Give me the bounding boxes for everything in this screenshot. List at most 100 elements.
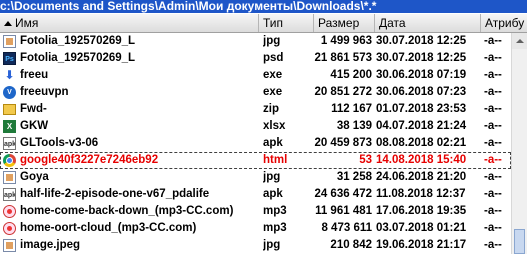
file-attributes: -a-- — [484, 120, 502, 132]
file-type: exe — [263, 86, 283, 98]
file-name: Goya — [20, 171, 49, 183]
apk-file-icon: apk — [3, 137, 16, 150]
file-name: Fotolia_192570269_L — [20, 52, 136, 64]
column-header: Имя Тип Размер Дата Атрибу — [0, 14, 527, 33]
file-type: xlsx — [263, 120, 286, 132]
file-attributes: -a-- — [484, 205, 502, 217]
photoshop-file-icon: Ps — [3, 52, 16, 65]
file-size: 20 459 873 — [314, 137, 372, 149]
file-size: 21 861 573 — [314, 52, 372, 64]
file-row[interactable]: Fwd-zip 112 167 01.07.2018 23:53 -a-- — [0, 101, 511, 118]
column-header-size[interactable]: Размер — [314, 14, 375, 32]
file-attributes: -a-- — [484, 86, 502, 98]
file-type: zip — [263, 103, 279, 115]
file-size: 53 — [359, 154, 372, 166]
file-size: 415 200 — [330, 69, 372, 81]
file-row[interactable]: home-oort-cloud_(mp3-CC.com) mp3 8 473 611… — [0, 220, 511, 237]
file-row[interactable]: Vfreeuvpn exe 20 851 272 30.06.2018 07:23 -a… — [0, 84, 511, 101]
column-header-type[interactable]: Тип — [259, 14, 314, 32]
file-name: GLTools-v3-06 — [20, 137, 99, 149]
file-date: 24.06.2018 21:20 — [376, 171, 467, 183]
excel-file-icon: X — [3, 120, 16, 133]
file-date: 30.07.2018 12:25 — [376, 52, 467, 64]
vpn-globe-icon: V — [3, 86, 16, 99]
file-name: home-come-back-down_(mp3-CC.com) — [20, 205, 234, 217]
apk-file-icon: apk — [3, 188, 16, 201]
image-file-icon — [3, 35, 16, 48]
file-name: image.jpeg — [20, 239, 81, 251]
column-header-date[interactable]: Дата — [375, 14, 481, 32]
column-header-name[interactable]: Имя — [0, 14, 259, 32]
file-row[interactable]: apk GLTools-v3-06 apk 20 459 873 08.08.2018 … — [0, 135, 511, 152]
file-name: Fotolia_192570269_L — [20, 35, 136, 47]
file-row[interactable]: Ps Fotolia_192570269_L psd 21 861 573 30.07.… — [0, 50, 511, 67]
file-attributes: -a-- — [484, 103, 502, 115]
file-attributes: -a-- — [484, 69, 502, 81]
file-date: 30.06.2018 07:19 — [376, 69, 467, 81]
file-row[interactable]: Goya jpg 31 258 24.06.2018 21:20 -a-- — [0, 169, 511, 186]
chrome-html-icon — [3, 154, 16, 167]
file-date: 01.07.2018 23:53 — [376, 103, 467, 115]
file-date: 03.07.2018 01:21 — [376, 222, 467, 234]
file-size: 31 258 — [336, 171, 372, 183]
file-row[interactable]: ⬇ freeu exe 415 200 30.06.2018 07:19 -a-- — [0, 67, 511, 84]
image-file-icon — [3, 239, 16, 252]
file-type: jpg — [263, 35, 281, 47]
vertical-scrollbar[interactable] — [511, 33, 527, 254]
image-file-icon — [3, 171, 16, 184]
file-date: 19.06.2018 21:17 — [376, 239, 467, 251]
file-name: freeuvpn — [20, 86, 69, 98]
file-size: 210 842 — [330, 239, 372, 251]
sort-ascending-icon — [4, 21, 12, 26]
scroll-up-button[interactable] — [512, 33, 527, 49]
file-attributes: -a-- — [484, 137, 502, 149]
file-attributes: -a-- — [484, 35, 502, 47]
file-attributes: -a-- — [484, 222, 502, 234]
file-date: 17.06.2018 19:35 — [376, 205, 467, 217]
file-row[interactable]: Fotolia_192570269_L jpg 1 499 963 30.07.201… — [0, 33, 511, 50]
file-type: exe — [263, 69, 283, 81]
zip-folder-icon — [3, 104, 16, 115]
file-type: psd — [263, 52, 284, 64]
file-row[interactable]: X GKW xlsx 38 139 04.07.2018 21:24 -a-- — [0, 118, 511, 135]
file-type: apk — [263, 137, 283, 149]
file-name: google40f3227e7246eb92 — [20, 154, 159, 166]
file-name: home-oort-cloud_(mp3-CC.com) — [20, 222, 197, 234]
mp3-file-icon — [3, 205, 16, 218]
file-type: jpg — [263, 171, 281, 183]
file-date: 30.06.2018 07:23 — [376, 86, 467, 98]
file-attributes: -a-- — [484, 154, 502, 166]
file-attributes: -a-- — [484, 188, 502, 200]
file-date: 11.08.2018 12:37 — [376, 188, 466, 200]
file-size: 24 636 472 — [314, 188, 372, 200]
file-row[interactable]: google40f3227e7246eb92 html 53 14.08.2018 1… — [0, 152, 511, 169]
file-row[interactable]: apk half-life-2-episode-one-v67_pdalife ap… — [0, 186, 511, 203]
file-type: mp3 — [263, 205, 287, 217]
file-type: mp3 — [263, 222, 287, 234]
file-name: freeu — [20, 69, 49, 81]
file-attributes: -a-- — [484, 239, 502, 251]
path-bar[interactable]: c:\Documents and Settings\Admin\Мои доку… — [0, 0, 527, 13]
mp3-file-icon — [3, 222, 16, 235]
download-arrow-icon: ⬇ — [4, 69, 15, 82]
file-name: half-life-2-episode-one-v67_pdalife — [20, 188, 210, 200]
file-type: html — [263, 154, 288, 166]
scroll-thumb[interactable] — [514, 229, 525, 254]
file-name: Fwd- — [20, 103, 47, 115]
file-size: 8 473 611 — [321, 222, 372, 234]
file-date: 30.07.2018 12:25 — [376, 35, 467, 47]
file-size: 1 499 963 — [320, 35, 372, 47]
file-type: jpg — [263, 239, 281, 251]
file-list: Fotolia_192570269_L jpg 1 499 963 30.07.201… — [0, 33, 511, 254]
current-path: c:\Documents and Settings\Admin\Мои доку… — [0, 0, 377, 13]
file-row[interactable]: image.jpeg jpg 210 842 19.06.2018 21:17 -a-- — [0, 237, 511, 254]
column-header-attributes[interactable]: Атрибу — [481, 14, 527, 32]
file-name: GKW — [20, 120, 49, 132]
file-date: 04.07.2018 21:24 — [376, 120, 467, 132]
file-attributes: -a-- — [484, 171, 502, 183]
file-row[interactable]: home-come-back-down_(mp3-CC.com) mp3 11 96… — [0, 203, 511, 220]
file-date: 08.08.2018 02:21 — [376, 137, 467, 149]
file-type: apk — [263, 188, 283, 200]
file-size: 38 139 — [336, 120, 372, 132]
file-date: 14.08.2018 15:40 — [376, 154, 467, 166]
